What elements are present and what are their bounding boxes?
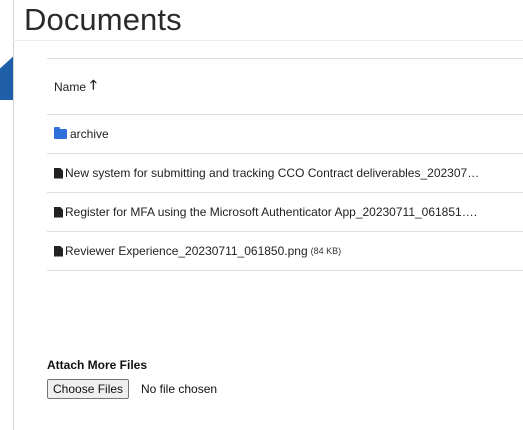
- row-name[interactable]: archive: [70, 127, 109, 141]
- file-icon: [54, 245, 63, 257]
- row-name[interactable]: Register for MFA using the Microsoft Aut…: [65, 205, 477, 219]
- table-row[interactable]: Reviewer Experience_20230711_061850.png …: [47, 231, 523, 271]
- attach-files-heading: Attach More Files: [47, 358, 148, 372]
- table-header: Name 🡑: [47, 58, 523, 114]
- file-status-text: No file chosen: [141, 382, 218, 396]
- row-file-size: (84 KB): [310, 246, 342, 256]
- title-divider: [13, 40, 523, 41]
- name-column-header[interactable]: Name 🡑: [47, 76, 97, 98]
- row-name[interactable]: Reviewer Experience_20230711_061850.png: [65, 244, 308, 258]
- choose-files-button[interactable]: Choose Files: [47, 379, 130, 399]
- table-row[interactable]: New system for submitting and tracking C…: [47, 153, 523, 192]
- file-icon: [54, 167, 63, 179]
- table-row[interactable]: archive: [47, 114, 523, 153]
- documents-table: Name 🡑 archive New system for submitting…: [47, 58, 523, 271]
- page-title: Documents: [24, 2, 182, 37]
- file-icon: [54, 206, 63, 218]
- name-header-label: Name: [54, 79, 87, 94]
- row-name[interactable]: New system for submitting and tracking C…: [65, 166, 479, 180]
- arrow-up-icon[interactable]: 🡑: [90, 76, 97, 98]
- table-row[interactable]: Register for MFA using the Microsoft Aut…: [47, 192, 523, 231]
- folder-icon: [54, 127, 67, 139]
